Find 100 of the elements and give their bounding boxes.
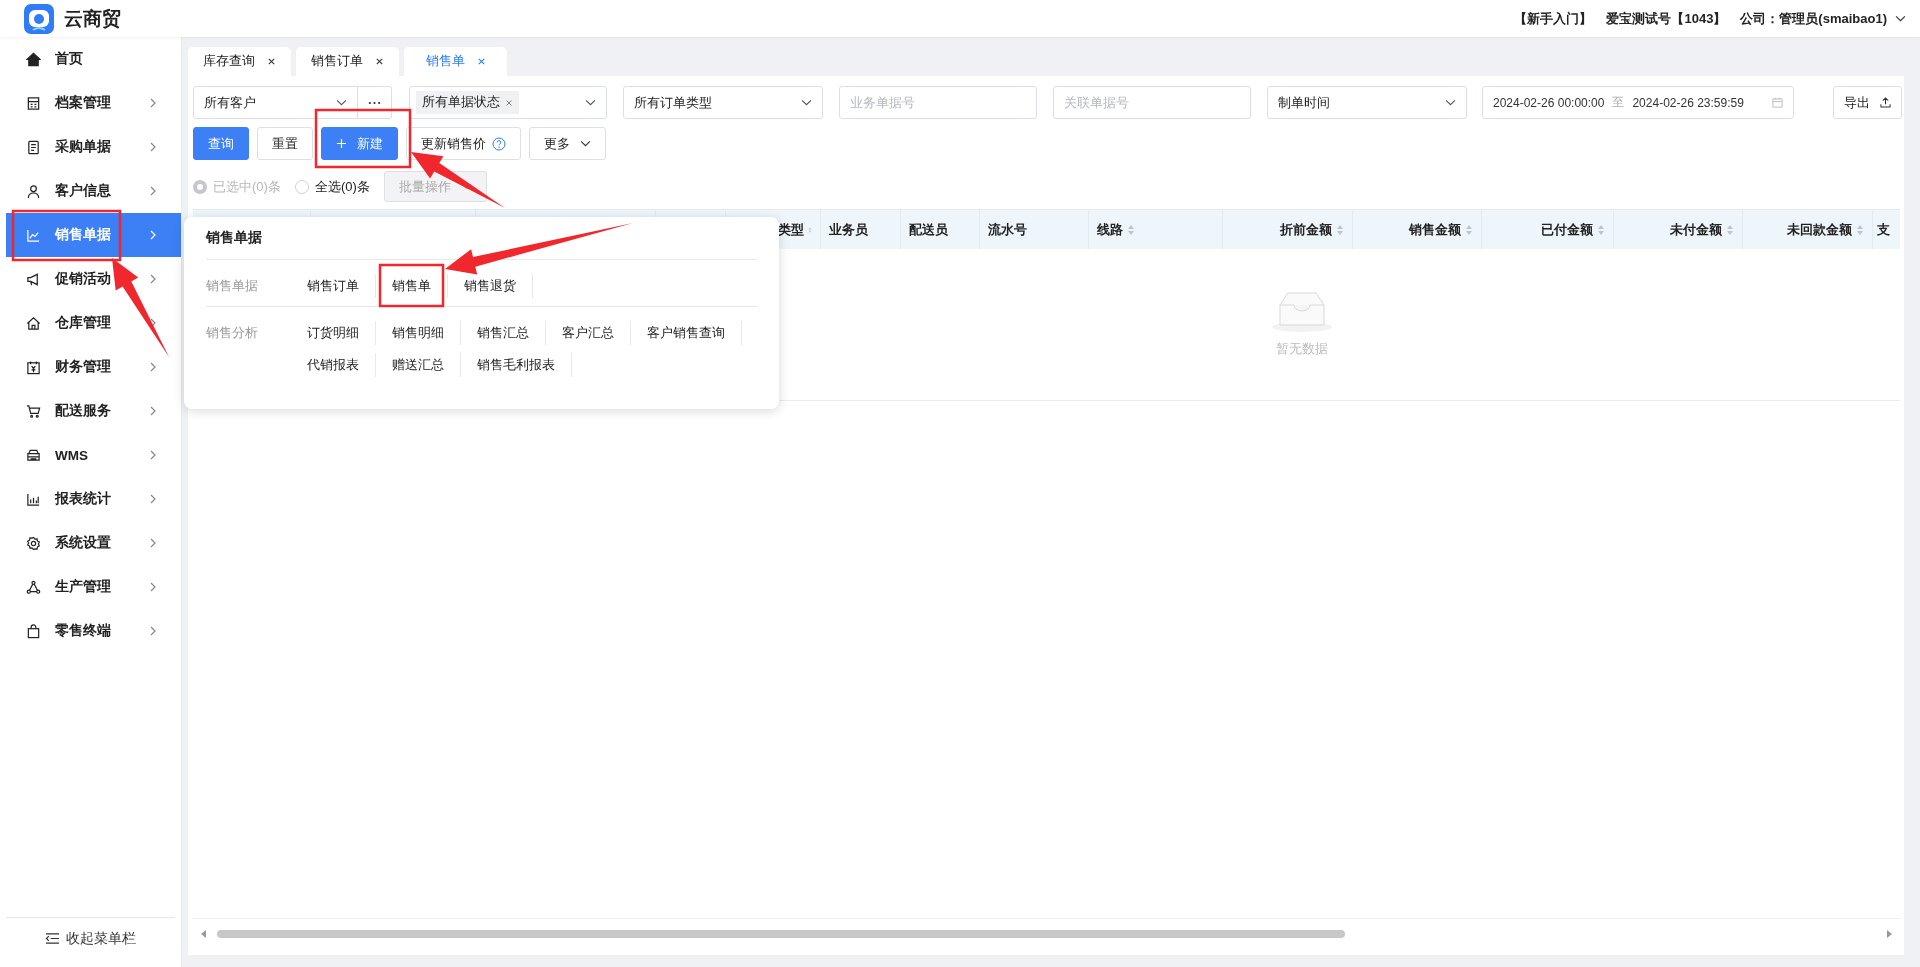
sidebar-item[interactable]: 首页 xyxy=(6,37,181,81)
sidebar-item[interactable]: 财务管理 xyxy=(6,345,181,389)
sidebar-item[interactable]: WMS xyxy=(6,433,181,477)
document-number-field[interactable]: 业务单据号 xyxy=(839,86,1037,119)
highlight-box xyxy=(378,263,445,308)
chevron-right-icon xyxy=(150,494,156,504)
sidebar-item[interactable]: 客户信息 xyxy=(6,169,181,213)
close-icon[interactable] xyxy=(375,57,384,66)
menu-link[interactable]: 赠送汇总 xyxy=(376,353,461,377)
settings-icon xyxy=(26,535,41,551)
calculator-icon xyxy=(26,95,41,111)
sidebar-item[interactable]: 系统设置 xyxy=(6,521,181,565)
menu-link[interactable]: 代销报表 xyxy=(307,353,376,377)
column-header: 折前金额 xyxy=(1280,220,1332,239)
menu-link[interactable]: 订货明细 xyxy=(307,321,376,345)
help-icon[interactable] xyxy=(492,136,506,151)
chevron-right-icon xyxy=(150,582,156,592)
menu-link[interactable]: 销售毛利报表 xyxy=(461,353,572,377)
empty-tray-icon xyxy=(1269,291,1334,333)
column-header: 支 xyxy=(1877,220,1890,239)
line-chart-icon xyxy=(26,227,41,243)
chevron-right-icon xyxy=(150,142,156,152)
column-header: 线路 xyxy=(1097,220,1123,239)
date-range-field[interactable]: 2024-02-26 00:00:00 至 2024-02-26 23:59:59 xyxy=(1482,86,1794,119)
guide-link[interactable]: 【新手入门】 xyxy=(1514,9,1593,28)
query-button[interactable]: 查询 xyxy=(193,127,249,160)
column-header: 流水号 xyxy=(988,220,1027,239)
scrollbar-thumb[interactable] xyxy=(217,930,1345,938)
menu-link[interactable]: 客户销售查询 xyxy=(631,321,742,345)
sort-icon[interactable] xyxy=(1127,223,1135,236)
home-icon xyxy=(26,51,41,67)
bag-icon xyxy=(26,623,41,639)
status-select[interactable]: 所有单据状态 xyxy=(409,86,607,119)
house-icon xyxy=(26,315,41,331)
sidebar-item[interactable]: 档案管理 xyxy=(6,81,181,125)
user-menu[interactable]: 公司：管理员(smaibao1) xyxy=(1740,9,1906,28)
more-dropdown-button[interactable]: 更多 xyxy=(529,127,606,160)
menu-link[interactable]: 销售汇总 xyxy=(461,321,546,345)
upload-icon xyxy=(1880,97,1891,108)
order-type-select[interactable]: 所有订单类型 xyxy=(623,86,823,119)
chevron-right-icon xyxy=(150,186,156,196)
document-icon xyxy=(26,139,41,155)
column-header: 销售金额 xyxy=(1409,220,1461,239)
sidebar-item[interactable]: 生产管理 xyxy=(6,565,181,609)
group-label: 销售单据 xyxy=(206,277,259,295)
page-tab[interactable]: 库存查询 xyxy=(188,47,291,76)
column-header: 未付金额 xyxy=(1670,220,1722,239)
app-title: 云商贸 xyxy=(64,6,121,31)
collapse-icon xyxy=(45,932,60,945)
account-name: 爱宝测试号【1043】 xyxy=(1606,9,1727,28)
column-header: 类型 xyxy=(778,220,804,239)
user-icon xyxy=(26,183,41,199)
scroll-right-icon[interactable] xyxy=(1886,930,1892,938)
group-label: 销售分析 xyxy=(206,324,259,342)
scroll-left-icon[interactable] xyxy=(201,930,207,938)
menu-link[interactable]: 销售单 xyxy=(376,274,448,298)
more-options-button[interactable] xyxy=(358,86,392,119)
sidebar-item[interactable]: 促销活动 xyxy=(6,257,181,301)
time-type-select[interactable]: 制单时间 xyxy=(1267,86,1467,119)
selection-radio[interactable]: 全选(0)条 xyxy=(294,177,370,196)
column-header: 业务员 xyxy=(829,220,868,239)
nodes-icon xyxy=(26,579,41,595)
car-icon xyxy=(26,447,41,463)
update-price-button[interactable]: 更新销售价 xyxy=(406,127,521,160)
menu-link[interactable]: 销售订单 xyxy=(307,274,376,298)
menu-link[interactable]: 销售明细 xyxy=(376,321,461,345)
chevron-down-icon xyxy=(801,99,812,106)
chevron-right-icon xyxy=(150,362,156,372)
column-header: 配送员 xyxy=(909,220,948,239)
related-number-field[interactable]: 关联单据号 xyxy=(1053,86,1251,119)
sort-icon[interactable] xyxy=(1465,223,1473,236)
sidebar-item[interactable]: 仓库管理 xyxy=(6,301,181,345)
reset-button[interactable]: 重置 xyxy=(257,127,313,160)
customer-select[interactable]: 所有客户 xyxy=(193,86,358,119)
menu-link[interactable]: 客户汇总 xyxy=(546,321,631,345)
cart-icon xyxy=(26,403,41,419)
chevron-down-icon xyxy=(1445,99,1456,106)
chevron-right-icon xyxy=(150,98,156,108)
sort-icon[interactable] xyxy=(1597,223,1605,236)
page-tab[interactable]: 销售单 xyxy=(404,47,507,76)
sidebar-item[interactable]: 配送服务 xyxy=(6,389,181,433)
chevron-down-icon xyxy=(585,99,596,106)
page-tab[interactable]: 销售订单 xyxy=(296,47,399,76)
close-icon[interactable] xyxy=(267,57,276,66)
bar-chart-icon xyxy=(26,491,41,507)
chevron-down-icon xyxy=(580,140,591,147)
sort-icon[interactable] xyxy=(1856,223,1864,236)
plus-icon xyxy=(336,138,347,149)
export-button[interactable]: 导出 xyxy=(1833,86,1902,119)
sort-icon[interactable] xyxy=(1726,223,1734,236)
sidebar-item[interactable]: 销售单据 xyxy=(6,213,181,257)
create-button[interactable]: 新建 xyxy=(321,127,398,160)
calendar-icon xyxy=(1772,97,1783,108)
chevron-right-icon xyxy=(150,230,156,240)
sidebar-item[interactable]: 报表统计 xyxy=(6,477,181,521)
sidebar-item[interactable]: 零售终端 xyxy=(6,609,181,653)
sort-icon[interactable] xyxy=(1336,223,1344,236)
chevron-right-icon xyxy=(150,450,156,460)
sidebar-item[interactable]: 采购单据 xyxy=(6,125,181,169)
column-header: 已付金额 xyxy=(1541,220,1593,239)
